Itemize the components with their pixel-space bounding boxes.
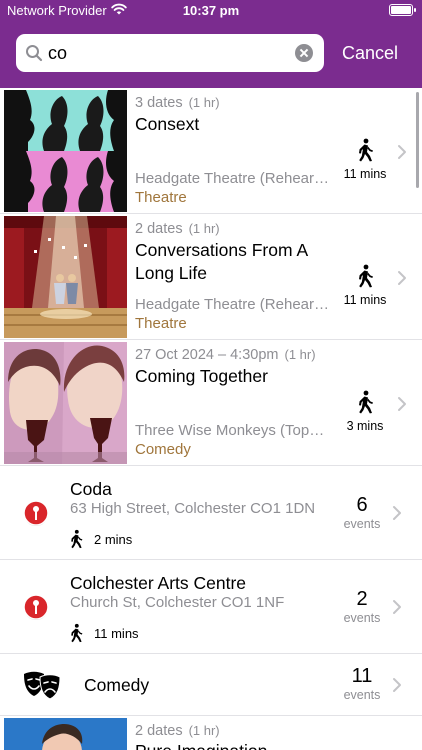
event-venue: Headgate Theatre (Rehearsal… (135, 170, 335, 187)
map-pin-icon (23, 594, 49, 620)
chevron-right-icon (393, 678, 401, 692)
walk-time: 2 mins (94, 532, 133, 547)
event-row-coming-together[interactable]: 27 Oct 2024 – 4:30pm (1 hr) Coming Togeth… (0, 340, 422, 466)
walking-icon (359, 138, 373, 162)
event-dates: 3 dates (1 hr) (135, 95, 220, 111)
walk-time: 3 mins (346, 419, 384, 433)
venue-row-colchester-arts-centre[interactable]: Colchester Arts Centre Church St, Colche… (0, 560, 422, 653)
walk-time: 11 mins (94, 626, 139, 641)
event-count-number: 11 (351, 665, 373, 687)
event-thumbnail (4, 216, 127, 338)
status-bar: Network Provider 10:37 pm (0, 0, 422, 22)
walking-icon (71, 529, 83, 549)
search-icon (26, 45, 43, 62)
event-title: Conversations From A Long Life (135, 240, 308, 283)
event-count-number: 6 (356, 494, 368, 516)
venue-name: Coda (70, 479, 112, 499)
map-pin-icon (23, 500, 49, 526)
event-count-label: events (343, 688, 381, 702)
event-count-label: events (343, 611, 381, 625)
event-dates: 2 dates (1 hr) (135, 723, 220, 739)
event-venue: Headgate Theatre (Rehearsal… (135, 296, 335, 313)
cancel-button[interactable]: Cancel (342, 43, 398, 64)
walking-icon (71, 623, 83, 643)
event-thumbnail (4, 90, 127, 212)
theatre-masks-icon (24, 671, 61, 700)
event-row-pure-imagination[interactable]: 2 dates(1 hr) Pure Imagination (0, 716, 422, 750)
chevron-right-icon (398, 397, 406, 411)
event-category: Theatre (135, 315, 187, 332)
venue-row-coda[interactable]: Coda 63 High Street, Colchester CO1 1DN … (0, 466, 422, 559)
category-row-comedy[interactable]: Comedy 11 events (0, 654, 422, 716)
category-name: Comedy (84, 675, 150, 695)
event-category: Theatre (135, 189, 187, 206)
chevron-right-icon (398, 271, 406, 285)
walk-time: 11 mins (343, 167, 387, 181)
event-count: 11 events (332, 665, 392, 703)
scrollbar[interactable] (416, 92, 419, 188)
event-row-conversations[interactable]: 2 dates (1 hr) Conversations From A Long … (0, 214, 422, 340)
venue-address: 63 High Street, Colchester CO1 1DN (70, 500, 316, 517)
search-input[interactable] (48, 40, 288, 66)
walking-icon (359, 264, 373, 288)
venue-name: Colchester Arts Centre (70, 573, 247, 593)
event-count-number: 2 (356, 588, 368, 610)
event-title: Consext (135, 114, 200, 134)
venue-address: Church St, Colchester CO1 1NF (70, 594, 285, 611)
event-thumbnail (4, 718, 127, 750)
event-dates: 27 Oct 2024 – 4:30pm (1 hr) (135, 347, 316, 363)
chevron-right-icon (398, 145, 406, 159)
search-bar[interactable] (16, 34, 324, 72)
battery-icon (389, 4, 416, 16)
walk-time: 11 mins (343, 293, 387, 307)
event-count: 2 events (332, 588, 392, 626)
event-thumbnail (4, 342, 127, 464)
clear-search-icon[interactable] (295, 44, 313, 62)
chevron-right-icon (393, 506, 401, 520)
clock: 10:37 pm (182, 3, 240, 18)
event-title: Pure Imagination (135, 741, 267, 750)
event-count-label: events (343, 517, 381, 531)
event-title: Coming Together (135, 366, 268, 386)
event-count: 6 events (332, 494, 392, 532)
event-category: Comedy (135, 441, 191, 458)
results-list[interactable]: 3 dates (1 hr) Consext Headgate Theatre (… (0, 88, 422, 750)
event-venue: Three Wise Monkeys (Top… (135, 422, 325, 439)
chevron-right-icon (393, 600, 401, 614)
event-dates: 2 dates (1 hr) (135, 221, 220, 237)
event-row-consext[interactable]: 3 dates (1 hr) Consext Headgate Theatre (… (0, 88, 422, 214)
walking-icon (359, 390, 373, 414)
